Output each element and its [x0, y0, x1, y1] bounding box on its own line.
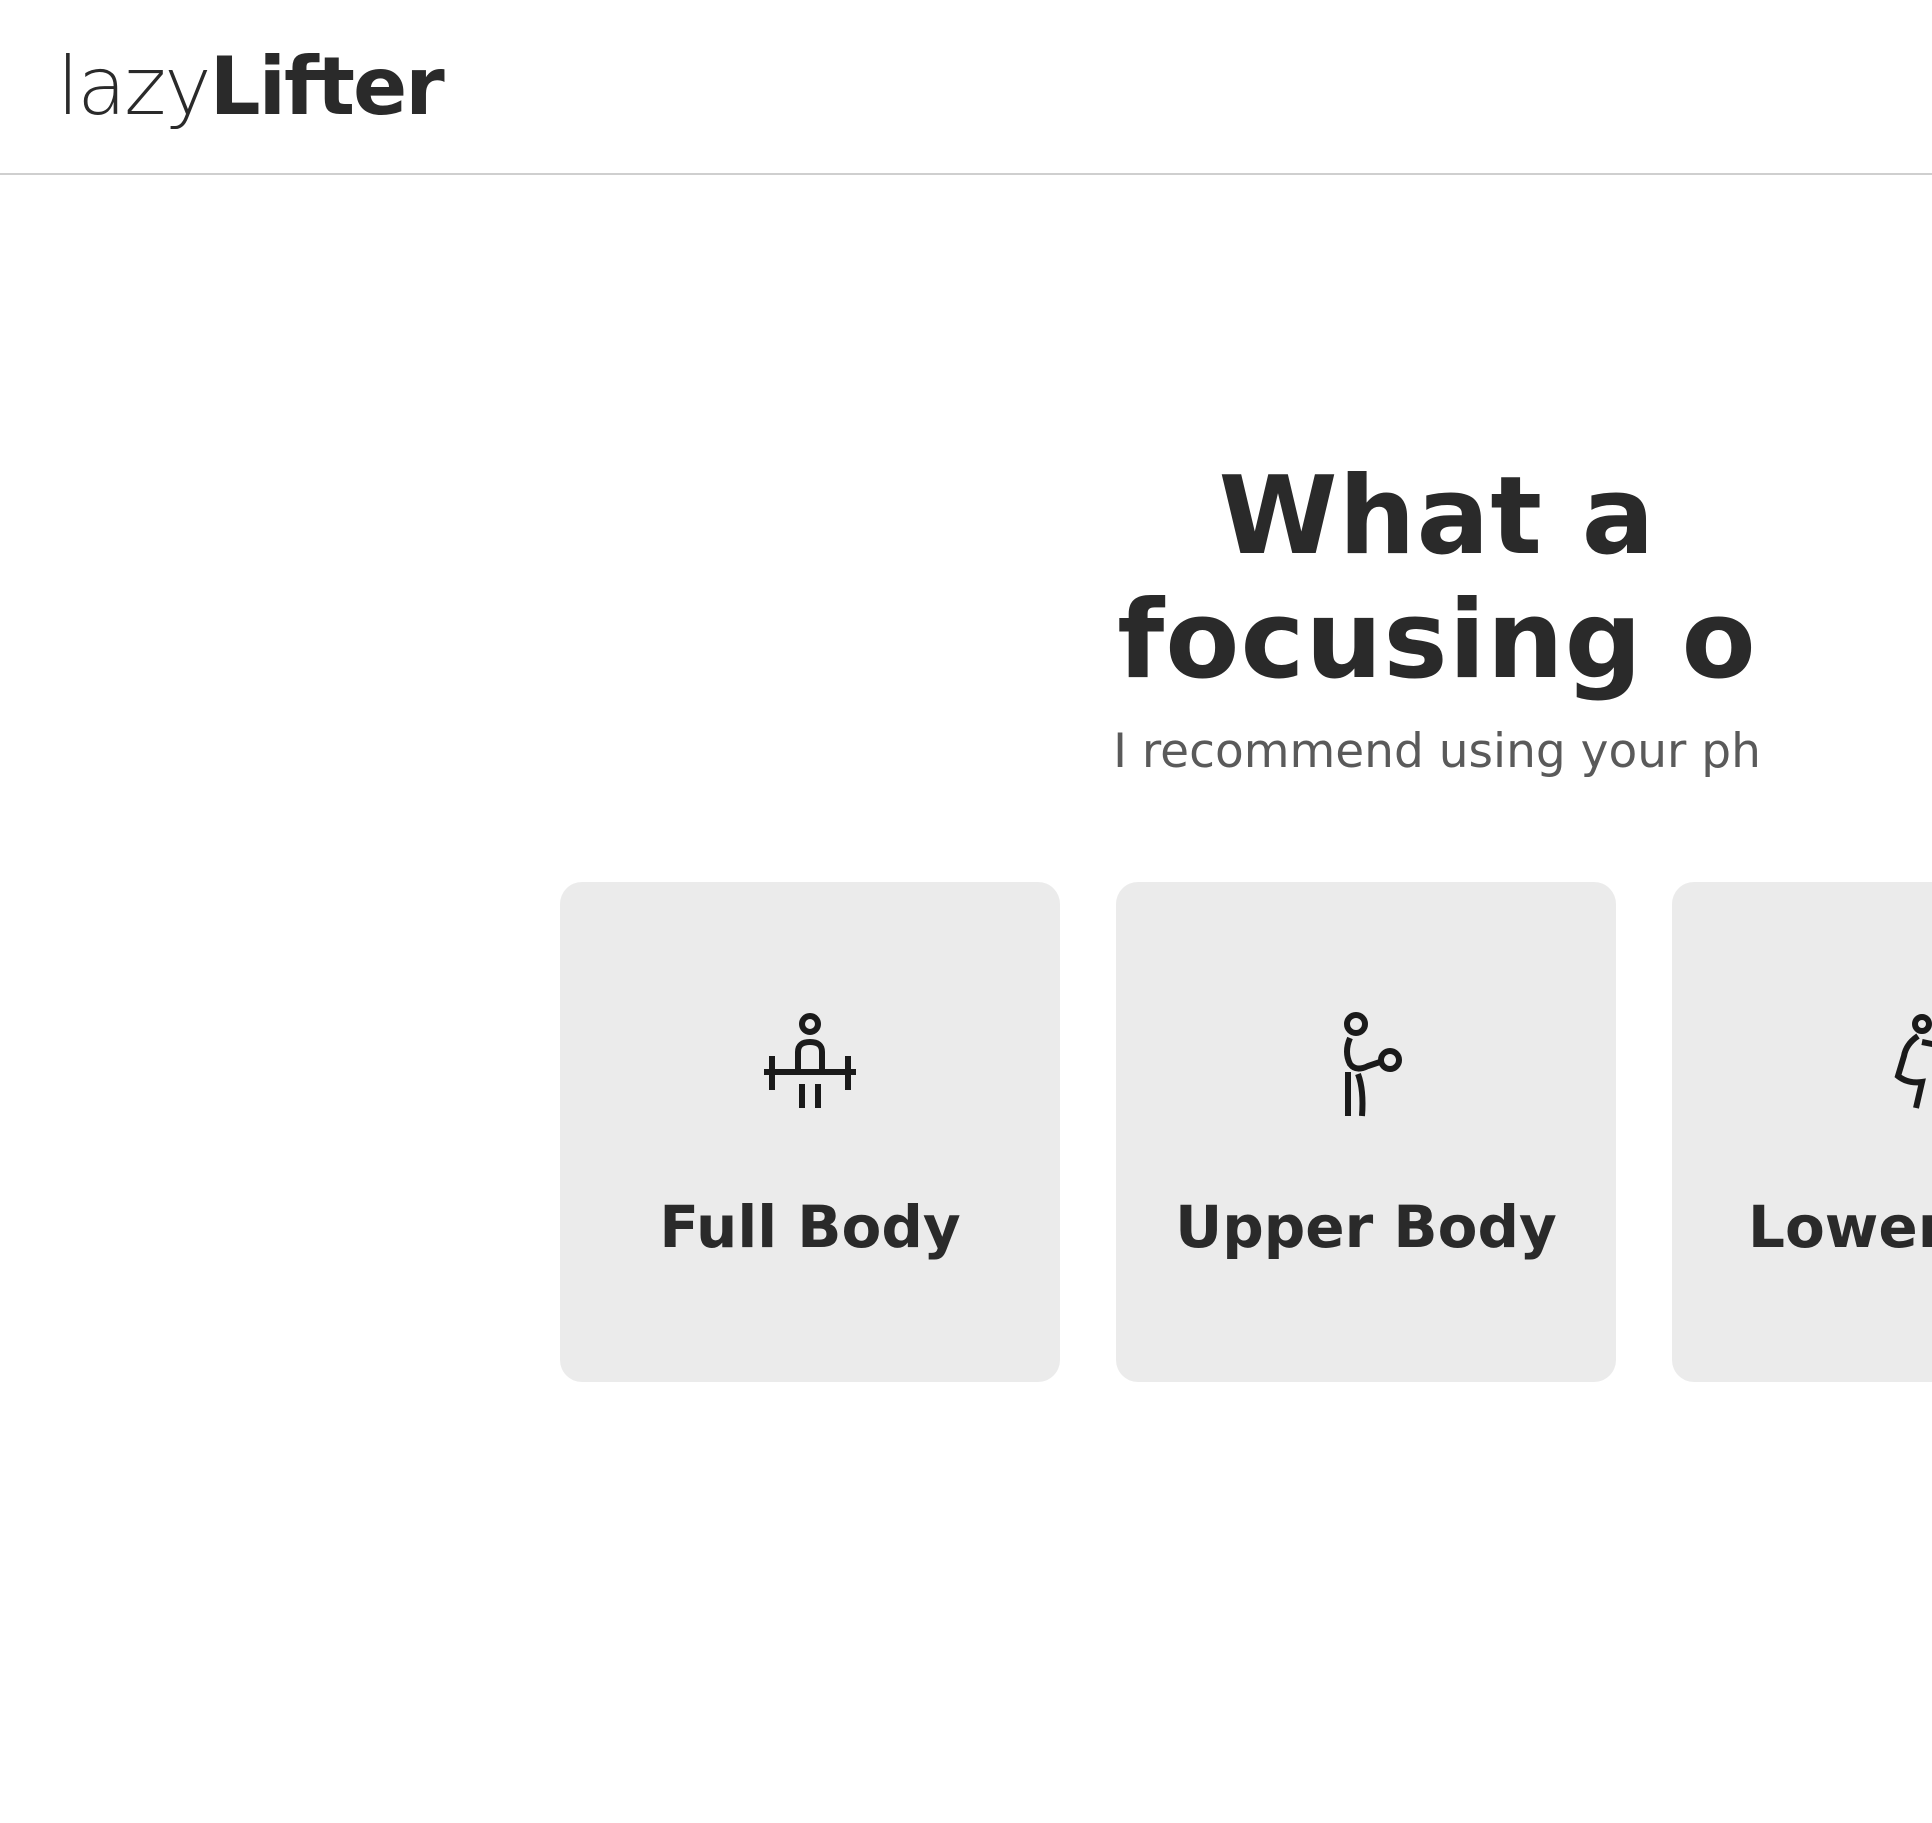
option-label: Full Body — [659, 1193, 961, 1261]
option-card-upper-body[interactable]: Upper Body — [1116, 882, 1616, 1382]
top-bar: lazyLifter — [0, 0, 1932, 175]
page-title: What a focusing o — [837, 455, 1932, 703]
arm-curl-icon — [1344, 1012, 1402, 1117]
logo-text-bold: Lifter — [209, 40, 445, 133]
page: lazyLifter What a focusing o I recommend… — [0, 0, 1932, 1823]
squat-icon — [1894, 1014, 1932, 1109]
barbell-lift-icon — [764, 1013, 856, 1108]
page-title-line-2: focusing o — [1117, 578, 1757, 703]
app-logo[interactable]: lazyLifter — [57, 40, 445, 133]
page-subtitle: I recommend using your ph — [1113, 724, 1761, 779]
workout-options: Full Body Upper Body Lower — [560, 882, 1932, 1382]
option-card-lower-body[interactable]: Lower — [1672, 882, 1932, 1382]
option-label: Upper Body — [1175, 1193, 1557, 1261]
logo-text-light: lazy — [57, 40, 212, 133]
option-label: Lower — [1748, 1193, 1932, 1261]
option-card-full-body[interactable]: Full Body — [560, 882, 1060, 1382]
page-title-line-1: What a — [1218, 454, 1656, 579]
